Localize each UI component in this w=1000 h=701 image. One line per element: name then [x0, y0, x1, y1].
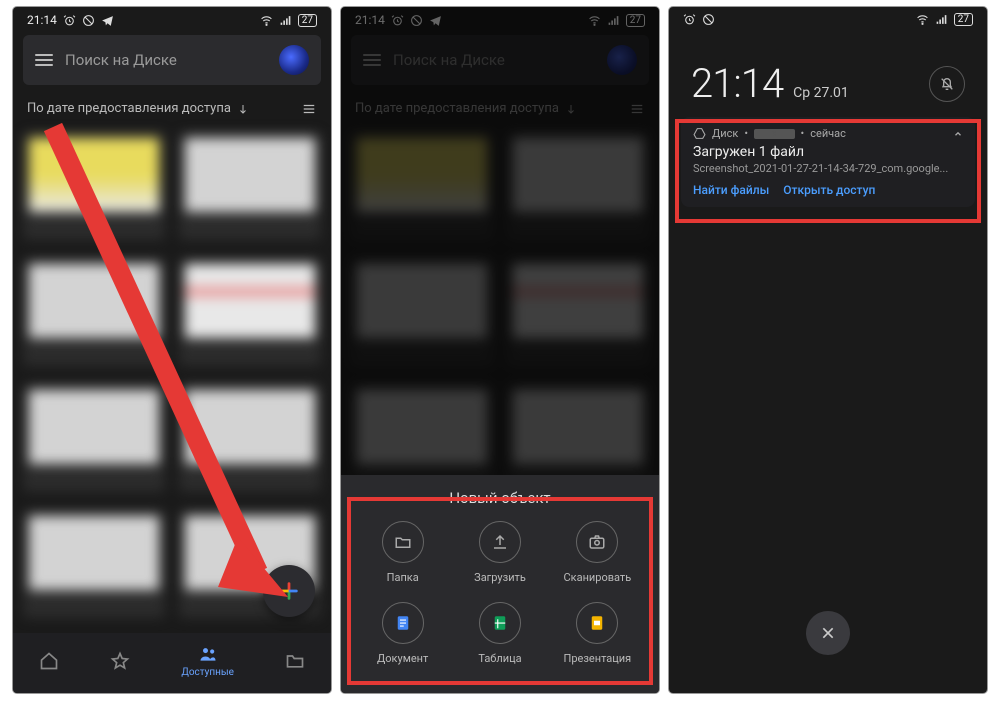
battery-level: 27: [954, 13, 973, 26]
list-view-icon[interactable]: [301, 102, 317, 116]
signal-icon: [279, 14, 292, 27]
notif-title: Загружен 1 файл: [693, 144, 963, 160]
bell-off-icon: [939, 76, 955, 92]
alarm-icon: [683, 13, 696, 26]
file-thumb[interactable]: [23, 384, 165, 492]
sheet-label: Папка: [387, 571, 419, 584]
file-thumb[interactable]: [23, 258, 165, 366]
dnd-icon: [82, 14, 95, 27]
sheet-folder[interactable]: Папка: [357, 521, 448, 584]
nav-label: Доступные: [181, 667, 234, 678]
nav-home[interactable]: [39, 651, 59, 671]
sheet-label: Таблица: [478, 652, 521, 665]
slides-icon: [588, 614, 606, 632]
plus-icon: [278, 580, 300, 602]
sheet-label: Презентация: [563, 652, 631, 665]
screen-drive-shared: 21:14 27 Поиск на Диске По дате предоста…: [12, 6, 332, 694]
drive-icon: [693, 127, 706, 140]
bottom-nav: Доступные: [13, 633, 331, 693]
status-time: 21:14: [27, 13, 57, 27]
new-object-sheet: Новый объект Папка Загрузить Сканировать…: [341, 475, 659, 693]
close-icon: [820, 625, 836, 641]
file-thumb[interactable]: [23, 132, 165, 240]
nav-files[interactable]: [285, 651, 305, 671]
file-thumb[interactable]: [179, 132, 321, 240]
notif-action-share[interactable]: Открыть доступ: [783, 183, 875, 197]
alarm-icon: [63, 14, 76, 27]
home-icon: [39, 651, 59, 671]
lock-date: Ср 27.01: [793, 85, 849, 101]
sheet-label: Документ: [377, 652, 428, 665]
signal-icon: [935, 13, 948, 26]
sheets-icon: [491, 614, 509, 632]
status-bar: 27: [669, 7, 987, 28]
menu-icon[interactable]: [35, 54, 53, 66]
arrow-down-icon: [237, 103, 249, 115]
search-placeholder: Поиск на Диске: [65, 51, 267, 69]
file-thumb[interactable]: [179, 384, 321, 492]
camera-icon: [588, 533, 606, 551]
docs-icon: [394, 614, 412, 632]
star-icon: [110, 651, 130, 671]
folder-icon: [394, 533, 412, 551]
sheet-label: Загрузить: [474, 571, 526, 584]
blurred-bg: [669, 7, 987, 693]
people-icon: [198, 644, 218, 664]
file-grid: [13, 126, 331, 618]
notif-body: Screenshot_2021-01-27-21-14-34-729_com.g…: [693, 162, 963, 175]
sheet-sheets[interactable]: Таблица: [454, 602, 545, 665]
folder-icon: [285, 651, 305, 671]
file-thumb[interactable]: [23, 510, 165, 618]
sheet-scan[interactable]: Сканировать: [552, 521, 643, 584]
battery-level: 27: [298, 14, 317, 27]
search-bar[interactable]: Поиск на Диске: [23, 35, 321, 85]
screen-new-sheet: 21:14 27 Поиск на Диске По дате предоста…: [340, 6, 660, 694]
fab-new[interactable]: [263, 565, 315, 617]
sheet-upload[interactable]: Загрузить: [454, 521, 545, 584]
dnd-icon: [702, 13, 715, 26]
notification-card[interactable]: Диск • x • сейчас Загружен 1 файл Screen…: [681, 117, 975, 207]
lock-clock-row: 21:14 Ср 27.01: [669, 28, 987, 107]
screen-lockscreen: 27 21:14 Ср 27.01 Диск • x • сейчас Загр…: [668, 6, 988, 694]
sort-label: По дате предоставления доступа: [27, 101, 231, 116]
file-thumb[interactable]: [179, 258, 321, 366]
avatar[interactable]: [279, 45, 309, 75]
nav-shared[interactable]: Доступные: [181, 644, 234, 678]
wifi-icon: [260, 14, 273, 27]
sheet-label: Сканировать: [563, 571, 631, 584]
status-bar: 21:14 27: [13, 7, 331, 29]
notif-app: Диск: [712, 127, 738, 140]
wifi-icon: [916, 13, 929, 26]
notif-action-find[interactable]: Найти файлы: [693, 183, 769, 197]
notif-time: сейчас: [810, 127, 846, 140]
sort-row[interactable]: По дате предоставления доступа: [13, 91, 331, 126]
upload-icon: [491, 533, 509, 551]
dnd-button[interactable]: [929, 66, 965, 102]
lock-time: 21:14: [691, 60, 783, 107]
sheet-title: Новый объект: [347, 489, 653, 507]
sheet-slides[interactable]: Презентация: [552, 602, 643, 665]
chevron-up-icon[interactable]: [953, 129, 963, 139]
close-button[interactable]: [806, 611, 850, 655]
notif-redacted: x: [754, 129, 794, 139]
nav-starred[interactable]: [110, 651, 130, 671]
telegram-icon: [101, 14, 114, 27]
sheet-docs[interactable]: Документ: [357, 602, 448, 665]
